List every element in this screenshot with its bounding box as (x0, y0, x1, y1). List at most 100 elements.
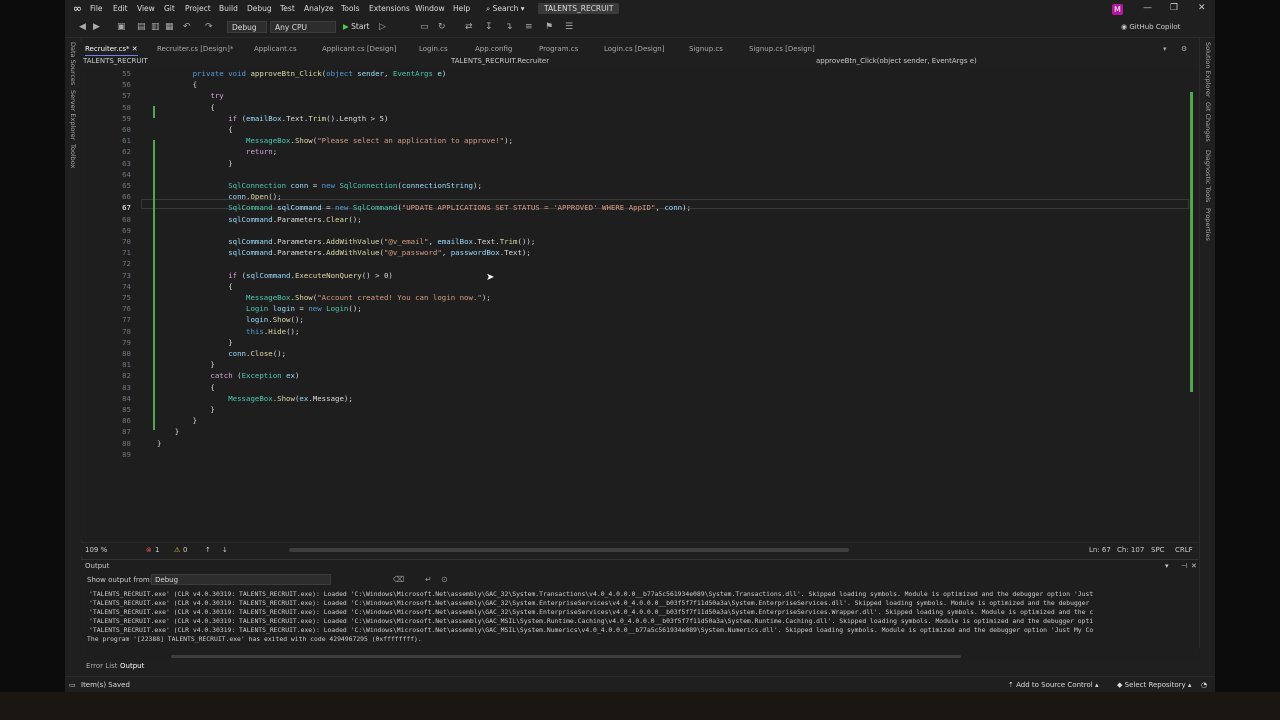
code-line[interactable]: 86 } (81, 415, 1189, 426)
tab-app-config[interactable]: App.config (475, 43, 512, 55)
solution-explorer-tab[interactable]: Solution Explorer (1204, 42, 1212, 98)
github-copilot-button[interactable]: ◉ GitHub Copilot (1121, 23, 1180, 31)
code-line[interactable]: 69 (81, 225, 1189, 236)
undo-icon[interactable]: ↶ (183, 22, 191, 32)
code-line[interactable]: 67 SqlCommand sqlCommand = new SqlComman… (81, 202, 1189, 213)
server-explorer-tab[interactable]: Server Explorer (69, 90, 77, 140)
code-line[interactable]: 77 login.Show(); (81, 314, 1189, 325)
tab-login-design[interactable]: Login.cs [Design] (604, 43, 664, 55)
code-line[interactable]: 62 return; (81, 146, 1189, 157)
tab-error-list[interactable]: Error List (86, 662, 118, 670)
code-line[interactable]: 83 { (81, 382, 1189, 393)
code-line[interactable]: 74 { (81, 281, 1189, 292)
tab-login-cs[interactable]: Login.cs (419, 43, 448, 55)
zoom-level[interactable]: 109 % (85, 546, 107, 554)
step-over-icon[interactable]: ↴ (505, 22, 513, 32)
configuration-dropdown[interactable]: Debug (227, 21, 267, 33)
close-tab-icon[interactable]: ✕ (132, 45, 138, 53)
member-dropdown[interactable]: approveBtn_Click(object sender, EventArg… (816, 57, 977, 65)
git-changes-tab[interactable]: Git Changes (1204, 102, 1212, 142)
panel-options-icon[interactable]: ▾ (1165, 562, 1169, 570)
code-line[interactable]: 56 { (81, 79, 1189, 90)
menu-edit[interactable]: Edit (113, 4, 128, 13)
output-source-dropdown[interactable]: Debug (151, 574, 331, 585)
code-line[interactable]: 71 sqlCommand.Parameters.AddWithValue("@… (81, 247, 1189, 258)
word-wrap-icon[interactable]: ↵ (425, 575, 432, 584)
comment-icon[interactable]: ☰ (565, 22, 573, 32)
hot-reload-icon[interactable]: ↻ (438, 22, 446, 32)
menu-analyze[interactable]: Analyze (304, 4, 334, 13)
step-into-icon[interactable]: ↧ (485, 22, 493, 32)
menu-git[interactable]: Git (164, 4, 175, 13)
code-line[interactable]: 66 conn.Open(); (81, 191, 1189, 202)
code-line[interactable]: 85 } (81, 404, 1189, 415)
project-dropdown[interactable]: TALENTS_RECRUIT (83, 57, 148, 65)
account-avatar[interactable]: M (1112, 4, 1123, 15)
browser-link-icon[interactable]: ▭ (420, 22, 429, 32)
toolbox-tab[interactable]: Toolbox (69, 144, 77, 168)
code-line[interactable]: 58 { (81, 102, 1189, 113)
code-line[interactable]: 76 Login login = new Login(); (81, 303, 1189, 314)
restore-icon[interactable]: ❐ (1170, 3, 1178, 13)
forward-icon[interactable]: ▶ (93, 22, 100, 32)
settings-icon[interactable]: ⚙ (1181, 43, 1187, 55)
code-line[interactable]: 72 (81, 258, 1189, 269)
toggle-icon[interactable]: ⇄ (465, 22, 473, 32)
menu-project[interactable]: Project (185, 4, 211, 13)
code-editor[interactable]: 55 private void approveBtn_Click(object … (81, 68, 1189, 540)
column-indicator[interactable]: Ch: 107 (1117, 546, 1144, 554)
clear-output-icon[interactable]: ⌫ (393, 575, 404, 584)
code-line[interactable]: 57 try (81, 90, 1189, 101)
start-without-debugging-icon[interactable]: ▷ (379, 22, 386, 32)
notifications-icon[interactable]: ◔ (1201, 681, 1207, 689)
bookmark-icon[interactable]: ⚑ (545, 22, 553, 32)
warning-icon[interactable]: ⚠ (174, 546, 180, 554)
menu-window[interactable]: Window (415, 4, 445, 13)
tab-program-cs[interactable]: Program.cs (539, 43, 578, 55)
menu-file[interactable]: File (90, 4, 103, 13)
diagnostic-tools-tab[interactable]: Diagnostic Tools (1204, 150, 1212, 202)
tab-recruiter-cs[interactable]: Recruiter.cs* ✕ (85, 43, 138, 56)
open-icon[interactable]: ▤ (137, 22, 146, 32)
save-all-icon[interactable]: ▦ (165, 22, 174, 32)
class-dropdown[interactable]: TALENTS_RECRUIT.Recruiter (451, 57, 549, 65)
new-project-icon[interactable]: ▣ (117, 22, 126, 32)
tab-applicant-design[interactable]: Applicant.cs [Design] (322, 43, 396, 55)
code-line[interactable]: 55 private void approveBtn_Click(object … (81, 68, 1189, 79)
add-source-control-button[interactable]: ⇡ Add to Source Control ▴ (1008, 681, 1098, 689)
tab-recruiter-design[interactable]: Recruiter.cs [Design]* (157, 43, 233, 55)
pin-icon[interactable]: ⊣ (1181, 562, 1187, 570)
code-line[interactable]: 88} (81, 438, 1189, 449)
editor-vertical-scrollbar[interactable] (1189, 68, 1199, 540)
save-icon[interactable]: ▥ (151, 22, 160, 32)
tab-applicant-cs[interactable]: Applicant.cs (254, 43, 297, 55)
tab-signup-cs[interactable]: Signup.cs (689, 43, 723, 55)
code-line[interactable]: 79 } (81, 337, 1189, 348)
line-indicator[interactable]: Ln: 67 (1089, 546, 1111, 554)
code-line[interactable]: 59 if (emailBox.Text.Trim().Length > 5) (81, 113, 1189, 124)
back-icon[interactable]: ◀ (79, 22, 86, 32)
close-window-icon[interactable]: ✕ (1198, 3, 1206, 13)
tab-output[interactable]: Output (120, 662, 144, 670)
menu-tools[interactable]: Tools (341, 4, 359, 13)
tab-signup-design[interactable]: Signup.cs [Design] (749, 43, 815, 55)
code-line[interactable]: 84 MessageBox.Show(ex.Message); (81, 393, 1189, 404)
output-horizontal-scrollbar[interactable] (171, 655, 961, 658)
line-ending-indicator[interactable]: CRLF (1175, 546, 1193, 554)
search-box[interactable]: ⌕ Search ▾ (486, 4, 525, 14)
code-line[interactable]: 87 } (81, 426, 1189, 437)
menu-extensions[interactable]: Extensions (369, 4, 410, 13)
properties-tab[interactable]: Properties (1204, 208, 1212, 241)
error-icon[interactable]: ⊗ (146, 546, 152, 554)
data-sources-tab[interactable]: Data Sources (69, 42, 77, 85)
code-line[interactable]: 63 } (81, 158, 1189, 169)
code-line[interactable]: 73 if (sqlCommand.ExecuteNonQuery() > 0) (81, 270, 1189, 281)
code-line[interactable]: 68 sqlCommand.Parameters.Clear(); (81, 214, 1189, 225)
code-line[interactable]: 89 (81, 449, 1189, 460)
select-repository-button[interactable]: ◆ Select Repository ▴ (1117, 681, 1191, 689)
find-icon[interactable]: ⊙ (441, 575, 448, 584)
menu-test[interactable]: Test (280, 4, 295, 13)
code-line[interactable]: 82 catch (Exception ex) (81, 370, 1189, 381)
menu-help[interactable]: Help (453, 4, 470, 13)
close-panel-icon[interactable]: ✕ (1191, 562, 1197, 570)
